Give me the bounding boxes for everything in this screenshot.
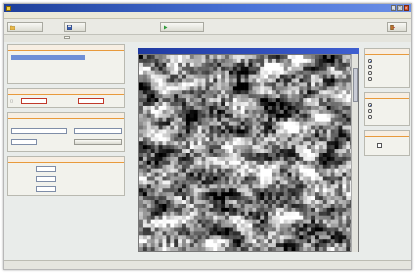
extra-checkbox[interactable]: [377, 143, 382, 148]
settings-field-2[interactable]: [74, 128, 122, 134]
display-option-radio-4[interactable]: [368, 77, 372, 81]
params-group-header: [8, 157, 124, 163]
app-icon: [6, 5, 11, 11]
status-bar: [4, 260, 411, 269]
param-input-2[interactable]: [36, 176, 56, 182]
view-option-radio-2[interactable]: [368, 109, 372, 113]
view-group: [364, 92, 410, 126]
param-input-1[interactable]: [36, 166, 56, 172]
title-bar[interactable]: _ □ ×: [4, 4, 411, 12]
param-input-3[interactable]: [36, 186, 56, 192]
menu-bar: [4, 12, 411, 19]
extra-group: [364, 130, 410, 156]
source-selected-item[interactable]: [11, 55, 85, 60]
range-to-input[interactable]: [78, 98, 104, 104]
view-option-radio-3[interactable]: [368, 115, 372, 119]
extra-group-header: [365, 131, 409, 137]
settings-field-1[interactable]: [11, 128, 67, 134]
application-window: _ □ × □: [3, 3, 412, 270]
settings-group-header: [8, 113, 124, 119]
tab-active[interactable]: [64, 35, 70, 39]
display-group: [364, 48, 410, 88]
scrollbar-thumb[interactable]: [353, 68, 358, 102]
params-group: [7, 156, 125, 196]
open-folder-icon: [9, 25, 16, 30]
settings-group: [7, 112, 125, 152]
view-group-header: [365, 93, 409, 99]
toolbar: [4, 19, 411, 35]
display-option-radio-3[interactable]: [368, 71, 372, 75]
open-button[interactable]: [7, 22, 43, 32]
display-option-radio-2[interactable]: [368, 65, 372, 69]
disk-icon: [67, 24, 72, 30]
display-option-radio-1[interactable]: [368, 59, 372, 63]
exit-door-icon: [390, 24, 395, 30]
source-group: [7, 44, 125, 84]
run-button[interactable]: [160, 22, 204, 32]
display-group-header: [365, 49, 409, 55]
tab-row: [4, 35, 411, 42]
maximize-button[interactable]: □: [397, 5, 403, 11]
minimize-button[interactable]: _: [390, 5, 396, 11]
save-button[interactable]: [64, 22, 86, 32]
image-scrollbar[interactable]: [351, 54, 358, 252]
play-icon: [163, 25, 168, 30]
range-from-input[interactable]: [21, 98, 47, 104]
range-from-label: □: [10, 99, 14, 103]
range-group: □: [7, 88, 125, 108]
exit-button[interactable]: [387, 22, 407, 32]
settings-apply-button[interactable]: [74, 139, 122, 145]
texture-image: [139, 55, 358, 251]
image-view[interactable]: [138, 54, 359, 252]
close-button[interactable]: ×: [403, 5, 409, 11]
settings-field-3[interactable]: [11, 139, 37, 145]
range-group-header: [8, 89, 124, 95]
view-option-radio-1[interactable]: [368, 103, 372, 107]
source-group-header: [8, 45, 124, 51]
